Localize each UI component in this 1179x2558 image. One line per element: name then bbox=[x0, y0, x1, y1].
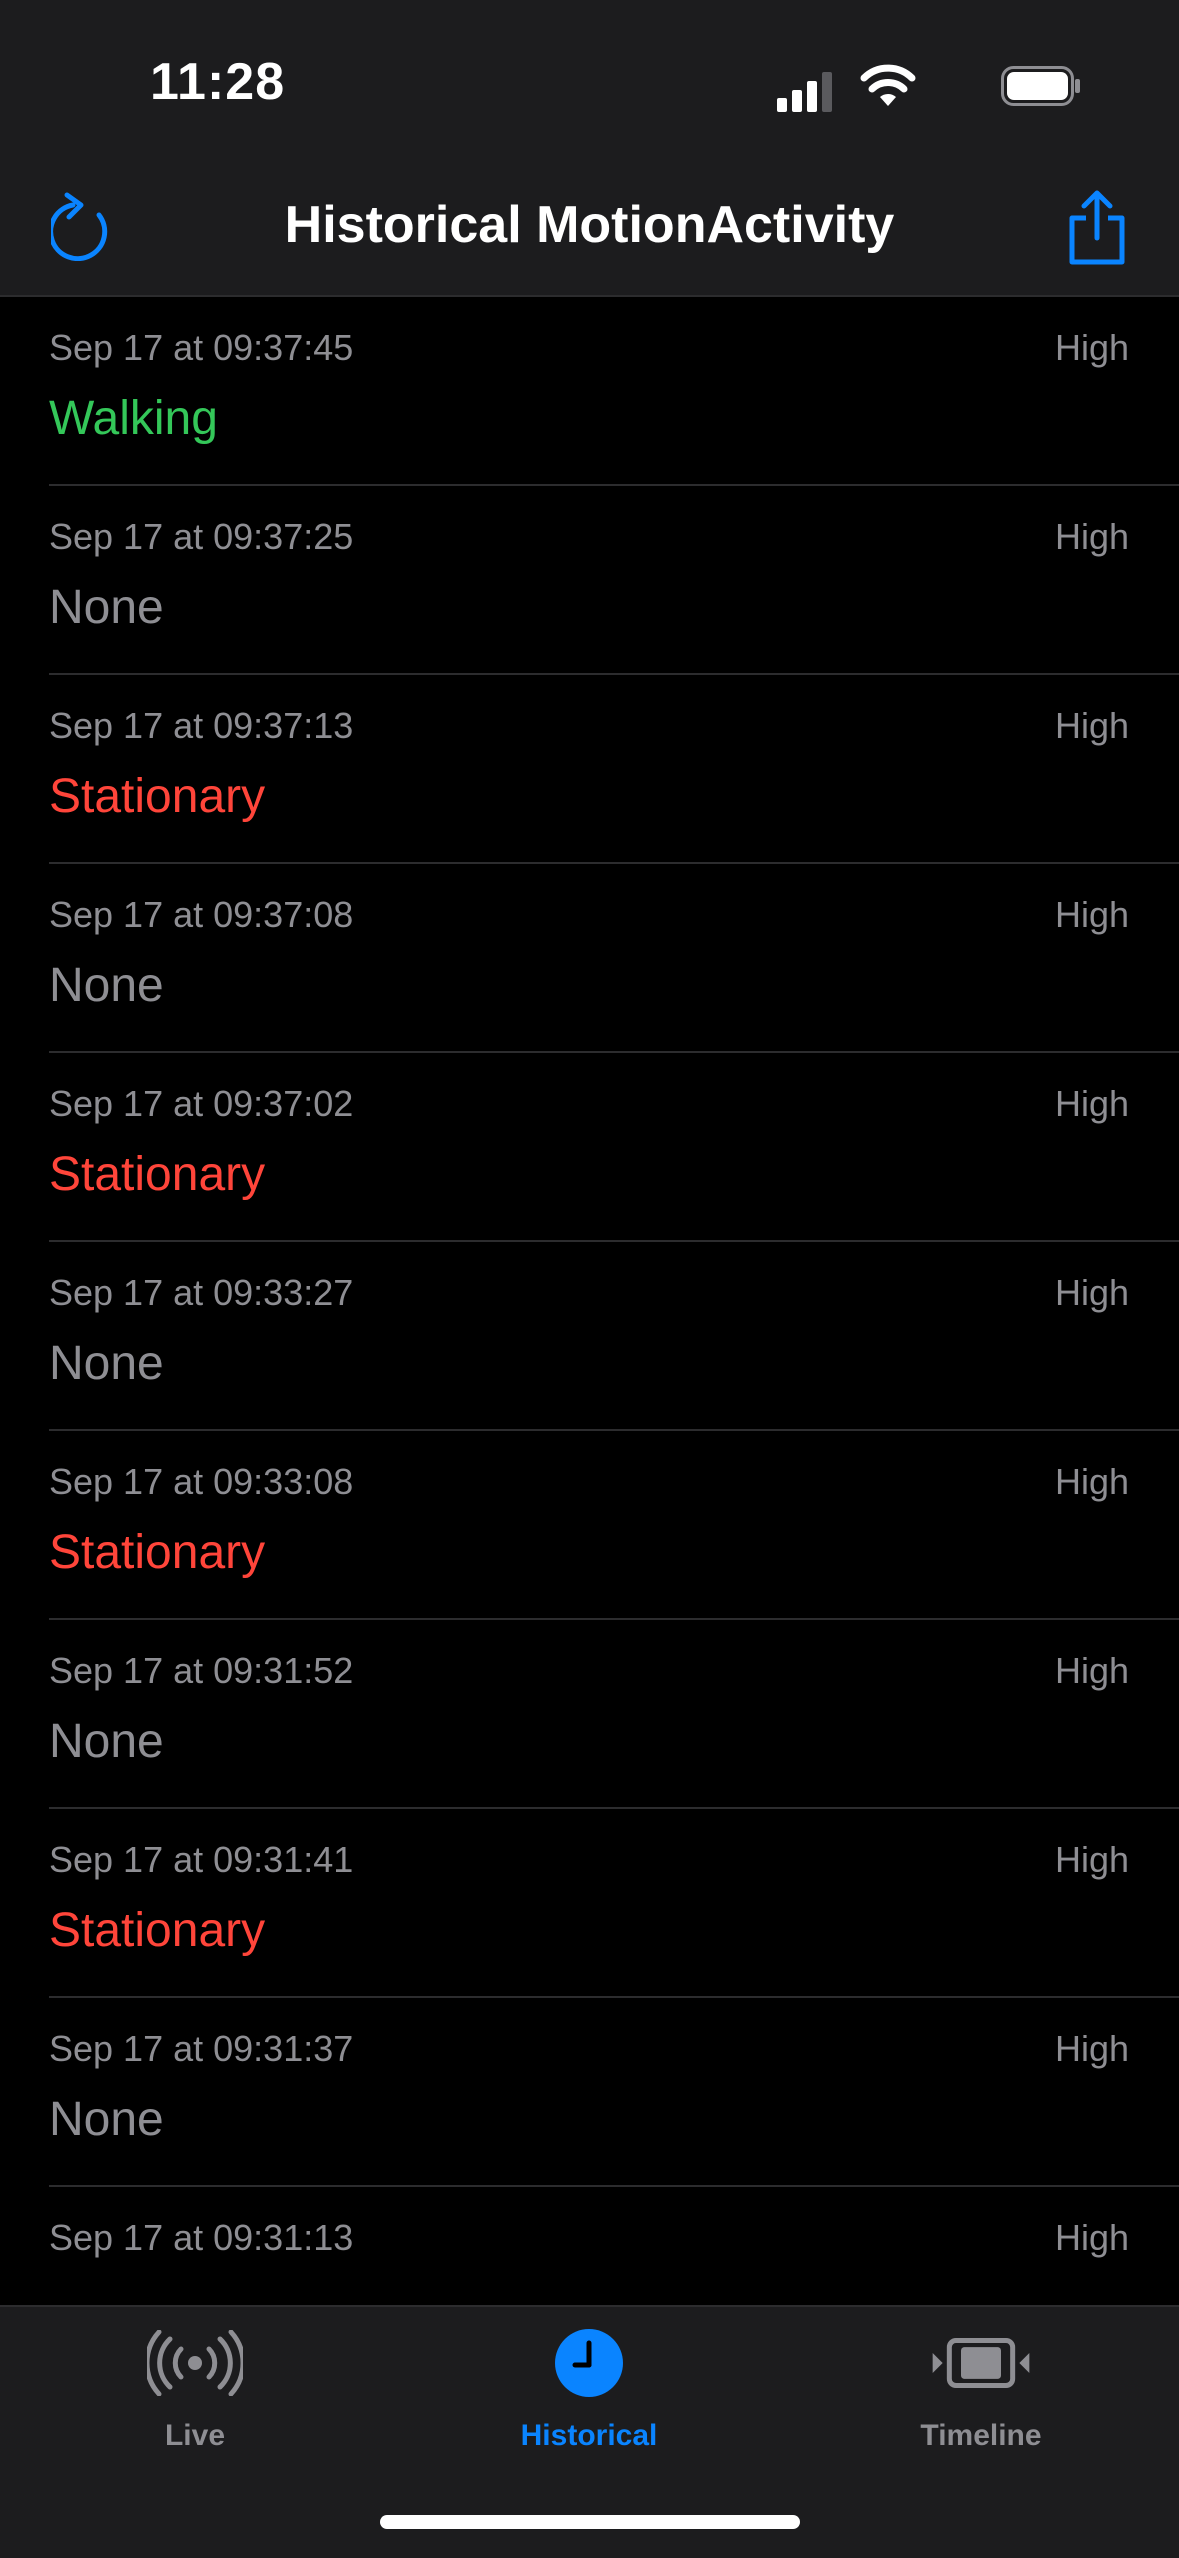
list-item[interactable]: Sep 17 at 09:37:45 High Walking bbox=[49, 297, 1179, 486]
page-title: Historical MotionActivity bbox=[284, 196, 895, 254]
activity-type: Stationary bbox=[49, 1148, 266, 1201]
wifi-icon bbox=[860, 64, 916, 106]
tab-bar: Live Historical Timeline bbox=[0, 2305, 1179, 2558]
activity-timestamp: Sep 17 at 09:37:45 bbox=[49, 327, 354, 368]
confidence-label: High bbox=[1054, 1272, 1129, 1313]
tab-historical[interactable]: Historical bbox=[459, 2327, 719, 2477]
activity-timestamp: Sep 17 at 09:31:13 bbox=[49, 2217, 354, 2258]
activity-list[interactable]: Sep 17 at 09:37:45 High Walking Sep 17 at 0… bbox=[0, 297, 1179, 2285]
list-item[interactable]: Sep 17 at 09:37:08 High None bbox=[49, 864, 1179, 1053]
activity-type: Stationary bbox=[49, 1526, 266, 1579]
activity-timestamp: Sep 17 at 09:37:13 bbox=[49, 705, 354, 746]
activity-timestamp: Sep 17 at 09:31:41 bbox=[49, 1839, 354, 1880]
activity-timestamp: Sep 17 at 09:33:27 bbox=[49, 1272, 354, 1313]
list-item[interactable]: Sep 17 at 09:37:02 High Stationary bbox=[49, 1053, 1179, 1242]
broadcast-icon bbox=[145, 2327, 245, 2399]
activity-timestamp: Sep 17 at 09:37:08 bbox=[49, 894, 354, 935]
activity-type: Walking bbox=[49, 392, 218, 445]
share-icon bbox=[1069, 190, 1125, 265]
list-item[interactable]: Sep 17 at 09:33:08 High Stationary bbox=[49, 1431, 1179, 1620]
activity-type: Stationary bbox=[49, 1904, 266, 1957]
activity-timestamp: Sep 17 at 09:37:25 bbox=[49, 516, 354, 557]
list-item[interactable]: Sep 17 at 09:37:25 High None bbox=[49, 486, 1179, 675]
list-item[interactable]: Sep 17 at 09:31:13 High Stationary bbox=[49, 2187, 1179, 2285]
share-button[interactable] bbox=[1063, 188, 1131, 268]
confidence-label: High bbox=[1054, 1461, 1129, 1502]
tab-timeline-label: Timeline bbox=[920, 2419, 1042, 2452]
activity-type: None bbox=[49, 2093, 164, 2146]
confidence-label: High bbox=[1054, 705, 1129, 746]
navigation-header: 11:28 Historical MotionActivity bbox=[0, 0, 1179, 297]
tab-live[interactable]: Live bbox=[65, 2327, 325, 2477]
list-item[interactable]: Sep 17 at 09:33:27 High None bbox=[49, 1242, 1179, 1431]
confidence-label: High bbox=[1054, 327, 1129, 368]
list-item[interactable]: Sep 17 at 09:31:41 High Stationary bbox=[49, 1809, 1179, 1998]
activity-timestamp: Sep 17 at 09:33:08 bbox=[49, 1461, 354, 1502]
confidence-label: High bbox=[1054, 1083, 1129, 1124]
confidence-label: High bbox=[1054, 894, 1129, 935]
activity-type: None bbox=[49, 581, 164, 634]
activity-timestamp: Sep 17 at 09:31:37 bbox=[49, 2028, 354, 2069]
activity-timestamp: Sep 17 at 09:37:02 bbox=[49, 1083, 354, 1124]
confidence-label: High bbox=[1054, 2028, 1129, 2069]
confidence-label: High bbox=[1054, 516, 1129, 557]
activity-type: Stationary bbox=[49, 770, 266, 823]
confidence-label: High bbox=[1054, 1839, 1129, 1880]
home-indicator bbox=[380, 2515, 800, 2529]
cellular-signal-icon bbox=[777, 72, 832, 112]
battery-icon bbox=[1001, 66, 1080, 106]
confidence-label: High bbox=[1054, 2217, 1129, 2258]
list-item[interactable]: Sep 17 at 09:31:37 High None bbox=[49, 1998, 1179, 2187]
tab-historical-label: Historical bbox=[520, 2419, 658, 2452]
activity-type: Stationary bbox=[49, 2281, 265, 2285]
activity-type: None bbox=[49, 1337, 164, 1390]
list-item[interactable]: Sep 17 at 09:31:52 High None bbox=[49, 1620, 1179, 1809]
activity-type: None bbox=[49, 1715, 164, 1768]
tab-timeline[interactable]: Timeline bbox=[851, 2327, 1111, 2477]
confidence-label: High bbox=[1054, 1650, 1129, 1691]
activity-type: None bbox=[49, 959, 164, 1012]
activity-timestamp: Sep 17 at 09:31:52 bbox=[49, 1650, 354, 1691]
timeline-icon bbox=[931, 2327, 1031, 2399]
tab-live-label: Live bbox=[164, 2419, 226, 2452]
list-item[interactable]: Sep 17 at 09:37:13 High Stationary bbox=[49, 675, 1179, 864]
status-time: 11:28 bbox=[150, 53, 286, 111]
clock-icon bbox=[539, 2327, 639, 2399]
